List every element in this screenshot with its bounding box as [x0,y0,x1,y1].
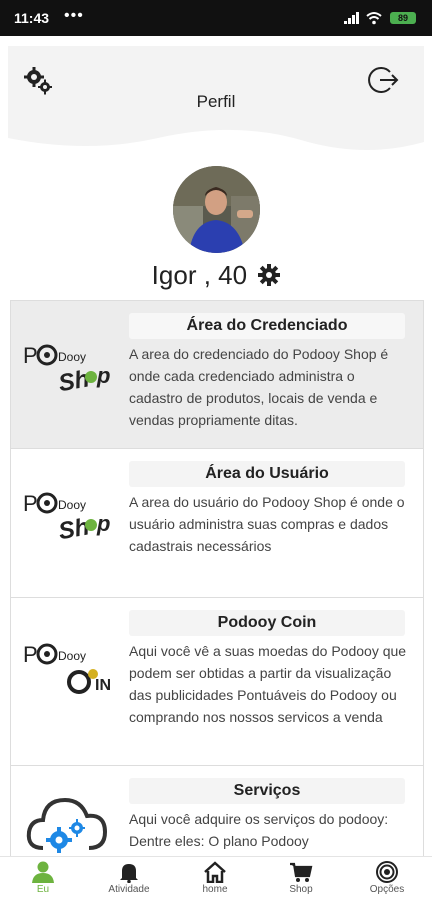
svg-text:Dooy: Dooy [58,350,86,364]
home-icon [204,861,226,883]
bottom-tab-bar: Eu Atividade home Shop Opções [0,856,432,901]
svg-text:Sh: Sh [56,365,91,397]
svg-text:P: P [23,642,38,667]
cloud-gears-icon [26,797,108,853]
card-title: Podooy Coin [129,610,405,636]
card-description: Aqui você vê a suas moedas do Podooy que… [129,643,407,725]
profile-name: Igor , 40 [0,260,432,291]
card-description: A area do usuário do Podooy Shop é onde … [129,494,405,554]
battery-level: 89 [397,13,408,23]
svg-text:P: P [23,343,38,368]
podooy-shop-logo: P Dooy Sh p [23,343,110,397]
svg-text:IN: IN [95,677,111,694]
card-description: A area do credenciado do Podooy Shop é o… [129,346,389,428]
profile-name-text: Igor , 40 [151,260,248,290]
avatar[interactable] [173,166,260,253]
card-description: Aqui você adquire os serviços do podooy:… [129,811,389,849]
tab-label: home [202,884,228,895]
svg-text:Dooy: Dooy [58,649,86,663]
card-servicos[interactable]: Serviços Aqui você adquire os serviços d… [10,765,424,858]
wifi-icon [366,12,382,25]
card-title: Área do Credenciado [129,313,405,339]
podooy-shop-logo: P Dooy Sh p [23,491,110,545]
podooy-coin-logo: P Dooy IN [23,642,111,694]
tab-shop[interactable]: Shop [258,859,344,899]
signal-icon [344,12,359,24]
card-title: Área do Usuário [129,461,405,487]
svg-text:p: p [96,363,110,388]
status-bar: 11:43 ••• 89 [0,0,432,36]
profile-header: Perfil [8,46,424,161]
battery-icon: 89 [390,12,416,24]
edit-profile-gear-icon[interactable] [258,264,281,286]
card-area-credenciado[interactable]: P Dooy Sh p Área do Credenciado A area d… [10,300,424,450]
tab-home[interactable]: home [172,859,258,899]
person-icon [32,861,54,883]
cart-icon [290,862,313,882]
tab-label: Opções [369,884,405,895]
card-title: Serviços [129,778,405,804]
status-dots: ••• [64,7,84,24]
tab-label: Eu [36,884,50,895]
svg-text:P: P [23,491,38,516]
status-time: 11:43 [14,10,50,26]
svg-text:Sh: Sh [56,513,91,545]
bell-icon [120,864,138,883]
tab-atividade[interactable]: Atividade [86,859,172,899]
svg-text:p: p [96,511,110,536]
card-podooy-coin[interactable]: P Dooy IN Podooy Coin Aqui você vê a sua… [10,597,424,767]
tab-opcoes[interactable]: Opções [344,859,430,899]
tab-label: Shop [289,884,313,895]
card-area-usuario[interactable]: P Dooy Sh p Área do Usuário A area do us… [10,448,424,599]
target-icon [376,861,398,883]
page-title: Perfil [196,92,236,111]
tab-eu[interactable]: Eu [0,859,86,899]
svg-text:Dooy: Dooy [58,498,86,512]
tab-label: Atividade [108,884,150,895]
